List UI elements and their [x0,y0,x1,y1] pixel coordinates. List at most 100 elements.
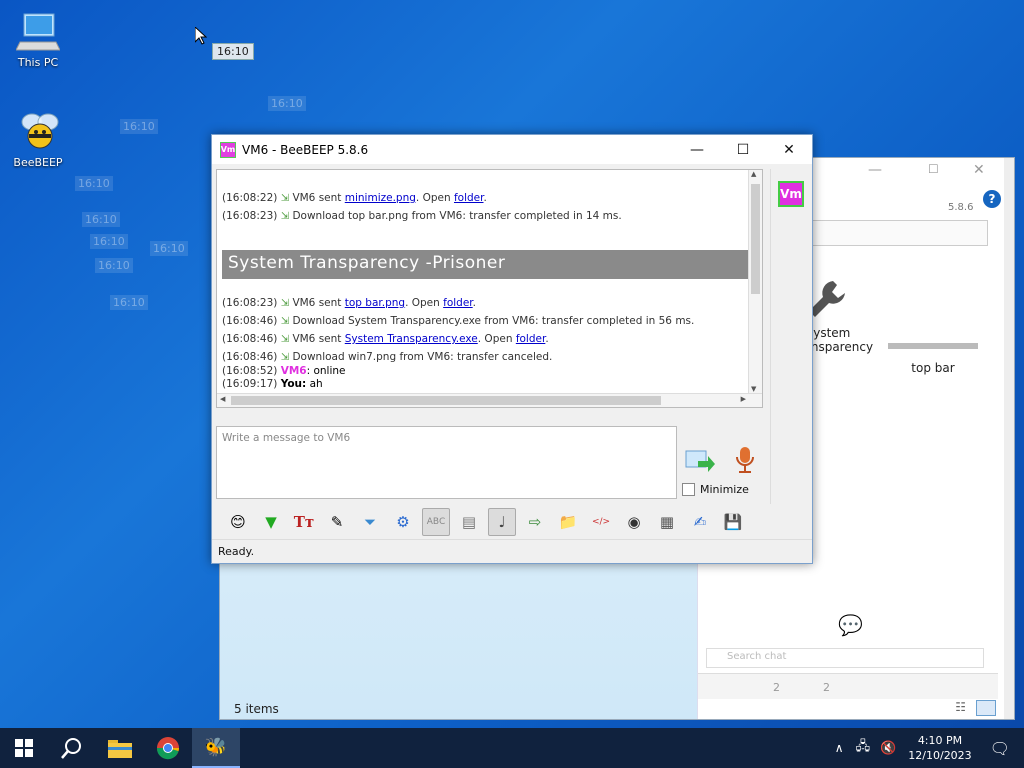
scroll-thumb[interactable] [231,396,661,405]
scroll-up-icon: ▲ [751,170,757,178]
scroll-right-icon: ▶ [740,395,746,403]
compose-button[interactable]: ▤ [455,508,483,536]
chat-line-you: (16:09:17) You: ah [222,378,323,390]
explorer-minimize-icon[interactable]: — [868,162,882,178]
minimize-checkbox[interactable]: Minimize [682,483,749,496]
explorer-search-input[interactable]: Search chat [706,648,984,668]
spellcheck-button[interactable]: ABC [422,508,450,536]
music-note-icon: ♩ [498,513,506,531]
folder-link[interactable]: folder [516,333,546,345]
gears-icon: ⚙ [396,513,410,531]
file-link[interactable]: minimize.png [345,192,416,204]
chat-vertical-scrollbar[interactable]: ▲ ▼ [748,170,762,393]
html-button[interactable]: </> [587,508,615,536]
grid-view-icon[interactable] [976,700,996,716]
folder-link[interactable]: folder [443,297,473,309]
computer-icon [15,10,61,54]
send-folder-button[interactable]: 📁 [554,508,582,536]
explorer-search-bar[interactable] [798,220,988,246]
camera-icon: ◉ [627,513,641,531]
clock-time: 4:10 PM [917,734,963,747]
bee-icon [16,110,60,154]
file-link[interactable]: System Transparency.exe [345,333,478,345]
explorer-maximize-icon[interactable]: ☐ [928,162,939,176]
window-titlebar[interactable]: Vm VM6 - BeeBEEP 5.8.6 — ☐ ✕ [212,135,812,164]
chat-image-banner: System Transparency -Prisoner [222,250,749,279]
explorer-scrollbar[interactable] [1004,158,1014,719]
green-arrow-icon: ▼ [265,513,277,531]
top-bar-thumbnail-icon [888,343,978,349]
chat-horizontal-scrollbar[interactable]: ◀ ▶ [217,393,762,407]
explorer-close-icon[interactable]: ✕ [973,162,985,178]
volume-muted-icon[interactable]: 🔇 [880,741,896,756]
microphone-icon [736,447,754,473]
help-icon[interactable]: ? [983,190,1001,208]
clock[interactable]: 4:10 PM 12/10/2023 [908,733,971,763]
emoticon-button[interactable]: 😊 [224,508,252,536]
download-arrow-icon: ⇲ [280,334,290,345]
status-bar: Ready. [212,539,812,563]
beebeep-taskbar-button[interactable]: 🐝 [192,728,240,768]
spellcheck-icon: ABC [426,517,446,527]
maximize-button[interactable]: ☐ [720,135,766,164]
nudge-button[interactable]: ▼ [257,508,285,536]
chat-line: (16:08:23) ⇲ Download top bar.png from V… [222,210,622,222]
tab-count[interactable]: 2 [823,681,830,694]
font-icon: Tт [293,513,315,531]
notification-icon[interactable]: 🗨 [990,739,1010,758]
desktop-icon-label: This PC [17,56,59,69]
beebeep-chat-window[interactable]: Vm VM6 - BeeBEEP 5.8.6 — ☐ ✕ (16:08:22) … [211,134,813,564]
list-view-icon[interactable]: ☷ [955,700,966,714]
file-link[interactable]: top bar.png [345,297,405,309]
send-icon [685,450,715,472]
file-explorer-taskbar-button[interactable] [96,728,144,768]
send-button[interactable] [684,447,716,475]
network-icon[interactable]: 🖧 [856,737,871,759]
user-name: VM6 [280,365,307,377]
font-button[interactable]: Tт [290,508,318,536]
start-button[interactable] [0,728,48,768]
save-button[interactable]: 💾 [719,508,747,536]
chevron-up-icon[interactable]: ∧ [835,741,844,755]
minimize-button[interactable]: — [674,135,720,164]
system-tray: ∧ 🖧 🔇 4:10 PM 12/10/2023 🗨 [829,728,1024,768]
user-avatar[interactable]: Vm [778,181,804,207]
ghost-time: 16:10 [90,234,128,249]
color-button[interactable]: ✎ [323,508,351,536]
download-arrow-icon: ⇲ [280,193,290,204]
file-item-top-bar[interactable]: top bar [888,343,978,375]
chat-line: (16:08:23) ⇲ VM6 sent top bar.png. Open … [222,297,477,309]
ghost-time: 16:10 [120,119,158,134]
download-arrow-icon: ⇲ [280,316,290,327]
notes-button[interactable]: ✍ [686,508,714,536]
scroll-down-icon: ▼ [751,385,757,393]
sound-button[interactable]: ♩ [488,508,516,536]
clock-date: 12/10/2023 [908,749,972,762]
microphone-button[interactable] [734,445,756,475]
time-tooltip: 16:10 [212,43,254,60]
tab-count[interactable]: 2 [773,681,780,694]
download-arrow-icon: ⇲ [280,298,290,309]
chat-toolbar: 😊 ▼ Tт ✎ ⏷ ⚙ ABC ▤ ♩ ⇨ 📁 </> ◉ ▦ ✍ 💾 [216,506,762,538]
explorer-bottom-tabs: 2 2 [698,673,998,699]
filter-button[interactable]: ⏷ [356,508,384,536]
ghost-time: 16:10 [75,176,113,191]
folder-link[interactable]: folder [454,192,484,204]
ghost-time: 16:10 [150,241,188,256]
send-file-button[interactable]: ⇨ [521,508,549,536]
close-button[interactable]: ✕ [766,135,812,164]
checkbox-box[interactable] [682,483,695,496]
chrome-icon [156,737,179,760]
chrome-taskbar-button[interactable] [144,728,192,768]
chat-line: (16:08:46) ⇲ Download System Transparenc… [222,315,695,327]
message-input[interactable]: Write a message to VM6 [216,426,677,499]
explorer-version: 5.8.6 [948,202,974,213]
desktop-icon-this-pc[interactable]: This PC [8,10,68,69]
scroll-thumb[interactable] [751,184,760,294]
screenshot-button[interactable]: ◉ [620,508,648,536]
search-button[interactable] [48,728,96,768]
chat-history[interactable]: (16:08:22) ⇲ VM6 sent minimize.png. Open… [216,169,763,408]
clear-button[interactable]: ▦ [653,508,681,536]
settings-button[interactable]: ⚙ [389,508,417,536]
desktop-icon-beebeep[interactable]: BeeBEEP [8,110,68,169]
